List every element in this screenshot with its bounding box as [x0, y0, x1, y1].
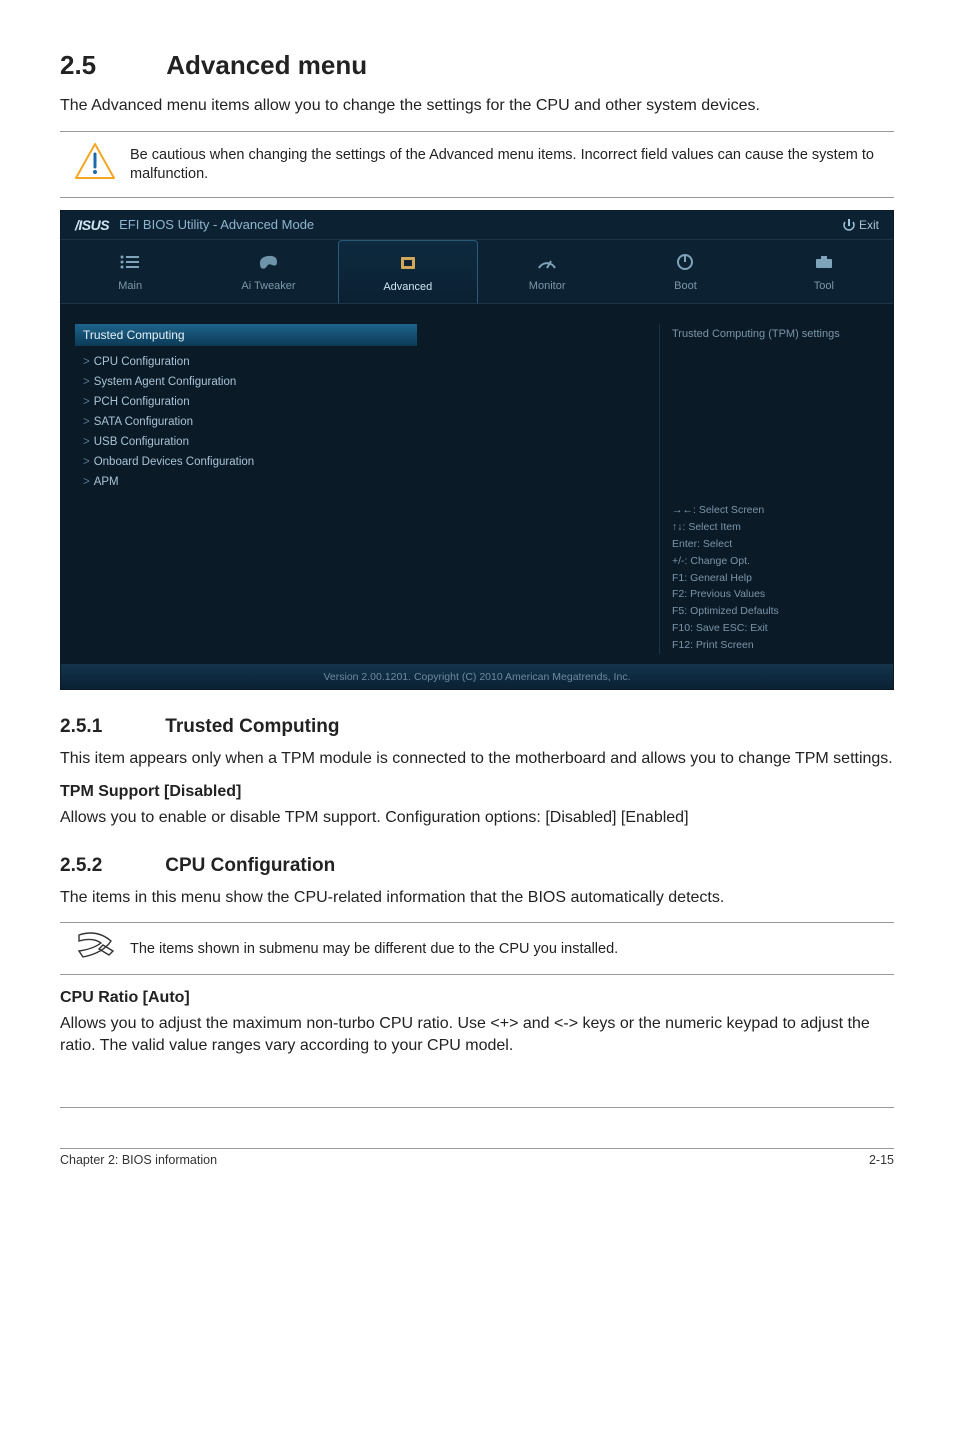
menu-item-onboard-devices-configuration[interactable]: >Onboard Devices Configuration	[75, 452, 645, 472]
menu-item-label: APM	[94, 476, 119, 488]
info-note-text: The items shown in submenu may be differ…	[130, 941, 894, 957]
tab-ai-tweaker[interactable]: Ai Tweaker	[199, 240, 337, 303]
section-heading: 2.5 Advanced menu	[60, 50, 894, 81]
menu-item-cpu-configuration[interactable]: >CPU Configuration	[75, 352, 645, 372]
section-number: 2.5	[60, 50, 160, 81]
pencil-icon	[73, 931, 117, 966]
help-key-line: F12: Print Screen	[672, 637, 879, 654]
bios-logo: /ISUS	[75, 217, 109, 233]
footer-divider	[60, 1107, 894, 1108]
menu-item-label: SATA Configuration	[94, 416, 193, 428]
subsection-number: 2.5.2	[60, 855, 160, 877]
tab-boot-label: Boot	[674, 280, 697, 292]
tab-monitor-label: Monitor	[529, 280, 566, 292]
exit-button[interactable]: Exit	[843, 218, 879, 232]
palette-icon	[257, 252, 279, 272]
tab-monitor[interactable]: Monitor	[478, 240, 616, 303]
page-footer: Chapter 2: BIOS information 2-15	[60, 1148, 894, 1167]
tab-advanced[interactable]: Advanced	[338, 240, 478, 303]
tab-boot[interactable]: Boot	[616, 240, 754, 303]
footer-left: Chapter 2: BIOS information	[60, 1153, 217, 1167]
info-note: The items shown in submenu may be differ…	[60, 922, 894, 975]
caution-text: Be cautious when changing the settings o…	[130, 140, 894, 185]
help-keys: →←: Select Screen ↑↓: Select Item Enter:…	[672, 502, 879, 653]
help-key-line: F1: General Help	[672, 570, 879, 587]
help-key-line: +/-: Change Opt.	[672, 553, 879, 570]
bios-tabs: Main Ai Tweaker Advanced Monitor Boot	[61, 240, 893, 304]
tab-main-label: Main	[118, 280, 142, 292]
bios-menu-list: Trusted Computing >CPU Configuration >Sy…	[75, 324, 645, 654]
help-key-line: Enter: Select	[672, 536, 879, 553]
menu-item-trusted-computing[interactable]: Trusted Computing	[75, 324, 417, 346]
help-key-line: F2: Previous Values	[672, 586, 879, 603]
help-key-line: F10: Save ESC: Exit	[672, 620, 879, 637]
menu-item-label: System Agent Configuration	[94, 376, 237, 388]
subsection-heading: 2.5.1 Trusted Computing	[60, 716, 894, 738]
bios-header: /ISUS EFI BIOS Utility - Advanced Mode E…	[61, 211, 893, 240]
power-icon	[675, 252, 695, 272]
tab-tool-label: Tool	[814, 280, 834, 292]
caution-icon	[74, 140, 116, 187]
menu-item-usb-configuration[interactable]: >USB Configuration	[75, 432, 645, 452]
subsection-heading: 2.5.2 CPU Configuration	[60, 855, 894, 877]
chip-icon	[397, 253, 419, 273]
intro-paragraph: The Advanced menu items allow you to cha…	[60, 95, 894, 117]
help-key-line: ↑↓: Select Item	[672, 519, 879, 536]
menu-item-apm[interactable]: >APM	[75, 472, 645, 492]
subsection-body: The items in this menu show the CPU-rela…	[60, 887, 894, 909]
menu-item-sata-configuration[interactable]: >SATA Configuration	[75, 412, 645, 432]
subsection-title: Trusted Computing	[165, 716, 339, 737]
toolbox-icon	[813, 252, 835, 272]
option-heading: CPU Ratio [Auto]	[60, 989, 894, 1007]
subsection-number: 2.5.1	[60, 716, 160, 738]
bios-version-footer: Version 2.00.1201. Copyright (C) 2010 Am…	[61, 664, 893, 689]
menu-item-label: Onboard Devices Configuration	[94, 456, 254, 468]
caution-note: Be cautious when changing the settings o…	[60, 131, 894, 198]
menu-item-label: Trusted Computing	[83, 328, 185, 342]
menu-item-label: USB Configuration	[94, 436, 189, 448]
bios-title: EFI BIOS Utility - Advanced Mode	[119, 217, 314, 232]
list-icon	[119, 252, 141, 272]
help-key-line: F5: Optimized Defaults	[672, 603, 879, 620]
footer-right: 2-15	[869, 1153, 894, 1167]
menu-item-pch-configuration[interactable]: >PCH Configuration	[75, 392, 645, 412]
help-description: Trusted Computing (TPM) settings	[672, 324, 879, 340]
help-key-line: →←: Select Screen	[672, 502, 879, 519]
bios-window: /ISUS EFI BIOS Utility - Advanced Mode E…	[60, 210, 894, 690]
exit-label: Exit	[859, 218, 879, 232]
menu-item-label: PCH Configuration	[94, 396, 190, 408]
option-body: Allows you to adjust the maximum non-tur…	[60, 1013, 894, 1056]
menu-item-label: CPU Configuration	[94, 356, 190, 368]
tab-main[interactable]: Main	[61, 240, 199, 303]
option-heading: TPM Support [Disabled]	[60, 783, 894, 801]
section-title-text: Advanced menu	[166, 50, 367, 80]
subsection-body: This item appears only when a TPM module…	[60, 748, 894, 770]
tab-tool[interactable]: Tool	[755, 240, 893, 303]
option-body: Allows you to enable or disable TPM supp…	[60, 807, 894, 829]
tab-ai-tweaker-label: Ai Tweaker	[241, 280, 295, 292]
gauge-icon	[536, 252, 558, 272]
subsection-title: CPU Configuration	[165, 855, 335, 876]
tab-advanced-label: Advanced	[383, 281, 432, 293]
menu-item-system-agent-configuration[interactable]: >System Agent Configuration	[75, 372, 645, 392]
